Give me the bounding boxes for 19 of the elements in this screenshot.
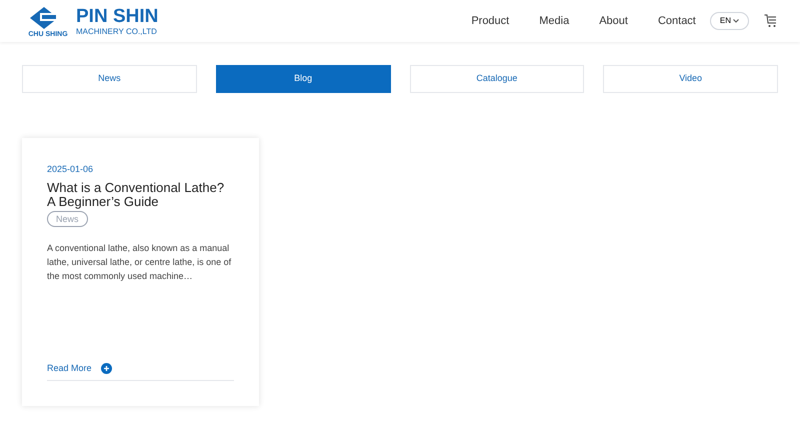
nav-link[interactable]: Media: [539, 12, 570, 30]
read-more-link[interactable]: Read More: [47, 362, 92, 375]
category-tab[interactable]: Blog: [216, 65, 390, 93]
post-title: What is a Conventional Lathe? A Beginner’s Guide: [47, 180, 226, 208]
cart-icon[interactable]: [764, 14, 778, 28]
post-excerpt: A conventional lathe, also known as a manual lathe, universal lathe, or centre lathe, is one of the most commonly used machine…: [47, 242, 232, 282]
nav-link[interactable]: Contact: [658, 12, 696, 30]
category-tab[interactable]: News: [22, 65, 197, 93]
post-tag: News: [47, 210, 88, 226]
brand-name: PIN SHIN: [76, 6, 158, 26]
chevron-down-icon: [733, 19, 739, 23]
nav-link[interactable]: Product: [471, 12, 510, 30]
language-button[interactable]: EN: [710, 12, 749, 30]
post-date: 2025-01-06: [47, 163, 94, 176]
plus-circle-icon[interactable]: [100, 362, 112, 374]
brand-subtitle: MACHINERY CO.,LTD: [76, 28, 158, 36]
category-tab[interactable]: Video: [603, 65, 778, 93]
category-tab[interactable]: Catalogue: [410, 65, 584, 93]
nav-link[interactable]: About: [599, 12, 628, 30]
